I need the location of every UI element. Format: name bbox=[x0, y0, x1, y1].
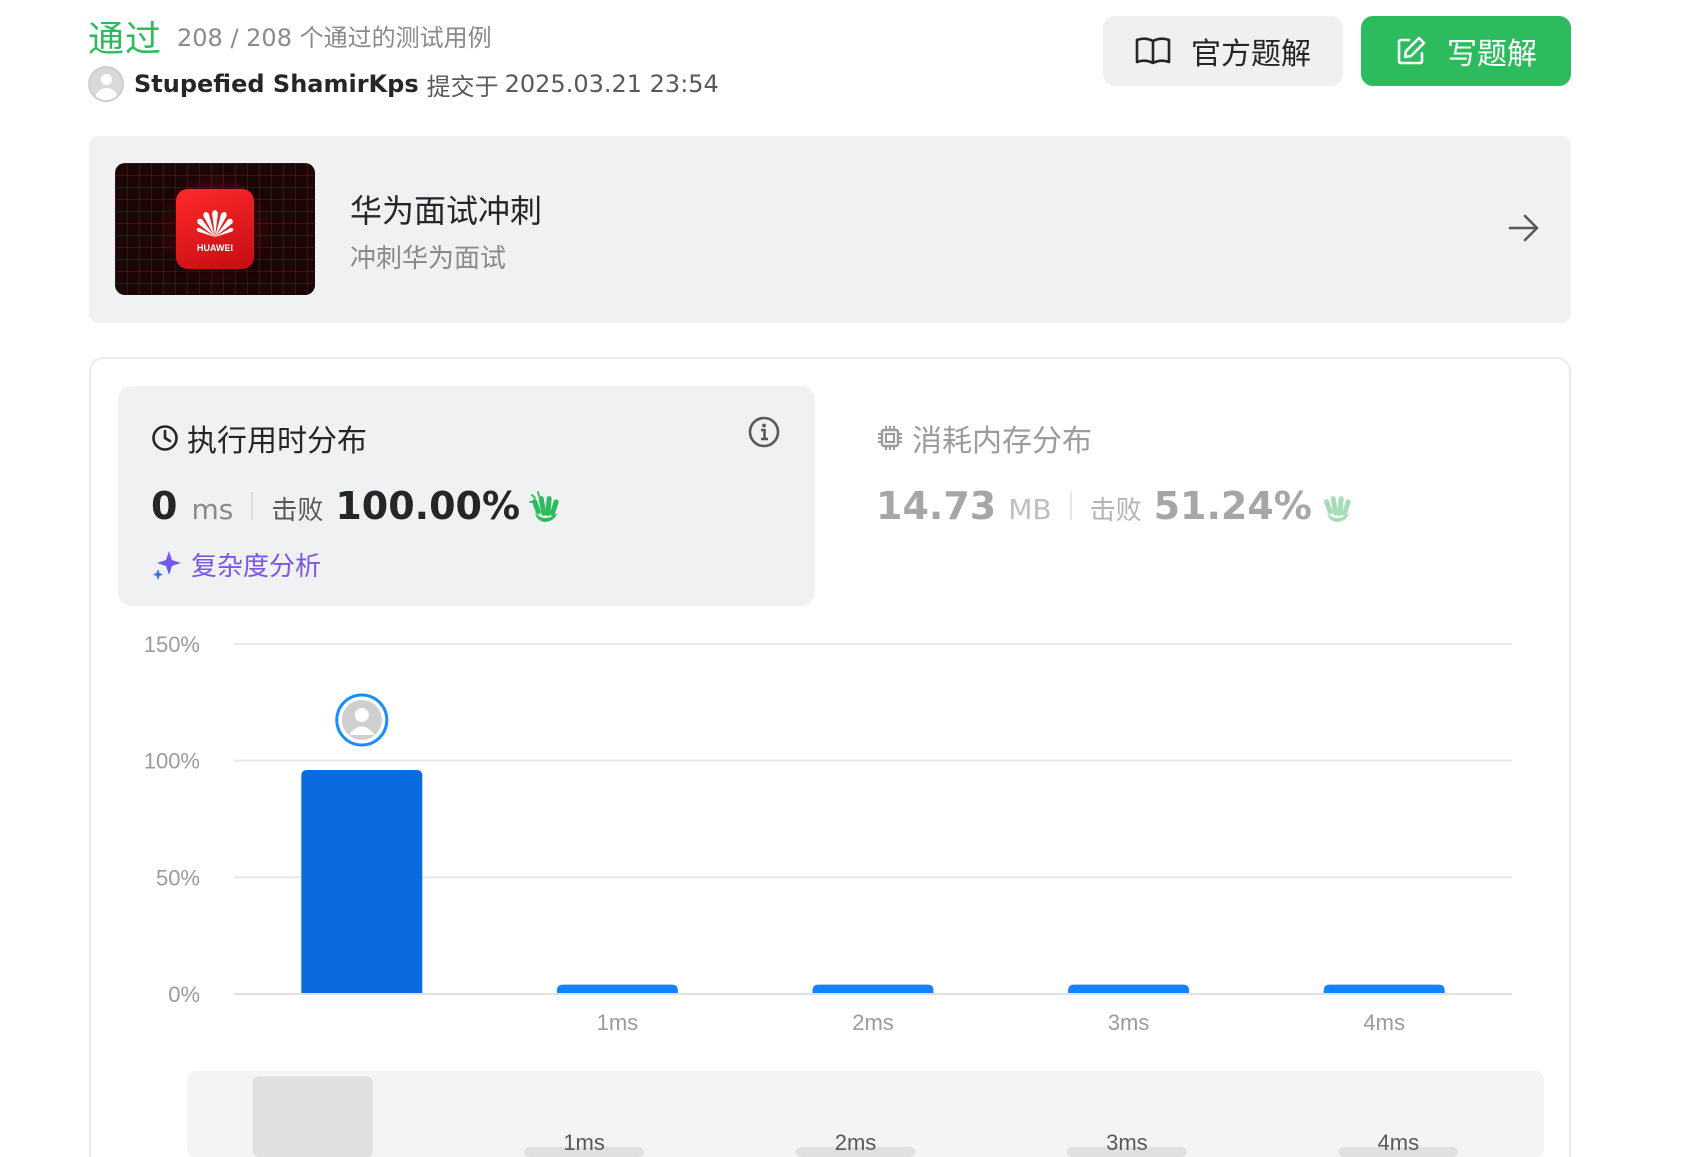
x-tick-label: 1ms bbox=[597, 1010, 639, 1035]
bar bbox=[556, 984, 678, 994]
y-tick-label: 0% bbox=[168, 982, 200, 1007]
brush-label: 3ms bbox=[1106, 1130, 1148, 1155]
x-tick-label: 2ms bbox=[852, 1010, 894, 1035]
brush-label: 1ms bbox=[563, 1130, 605, 1155]
bar bbox=[1068, 984, 1190, 994]
bar bbox=[812, 984, 934, 994]
bar bbox=[301, 770, 423, 994]
x-tick-label: 3ms bbox=[1108, 1010, 1150, 1035]
y-tick-label: 150% bbox=[144, 632, 200, 657]
x-tick-label: 4ms bbox=[1363, 1010, 1405, 1035]
y-tick-label: 100% bbox=[144, 749, 200, 774]
brush-bar bbox=[252, 1076, 373, 1157]
runtime-distribution-chart: 0% 50% 100% 150% 1ms 2ms 3ms 4ms 1ms 2ms 3ms 4ms bbox=[144, 632, 1512, 1157]
brush-label: 2ms bbox=[835, 1130, 877, 1155]
user-marker-head bbox=[354, 708, 369, 722]
bar bbox=[1323, 984, 1445, 994]
brush-label: 4ms bbox=[1378, 1130, 1420, 1155]
y-tick-label: 50% bbox=[156, 865, 200, 890]
